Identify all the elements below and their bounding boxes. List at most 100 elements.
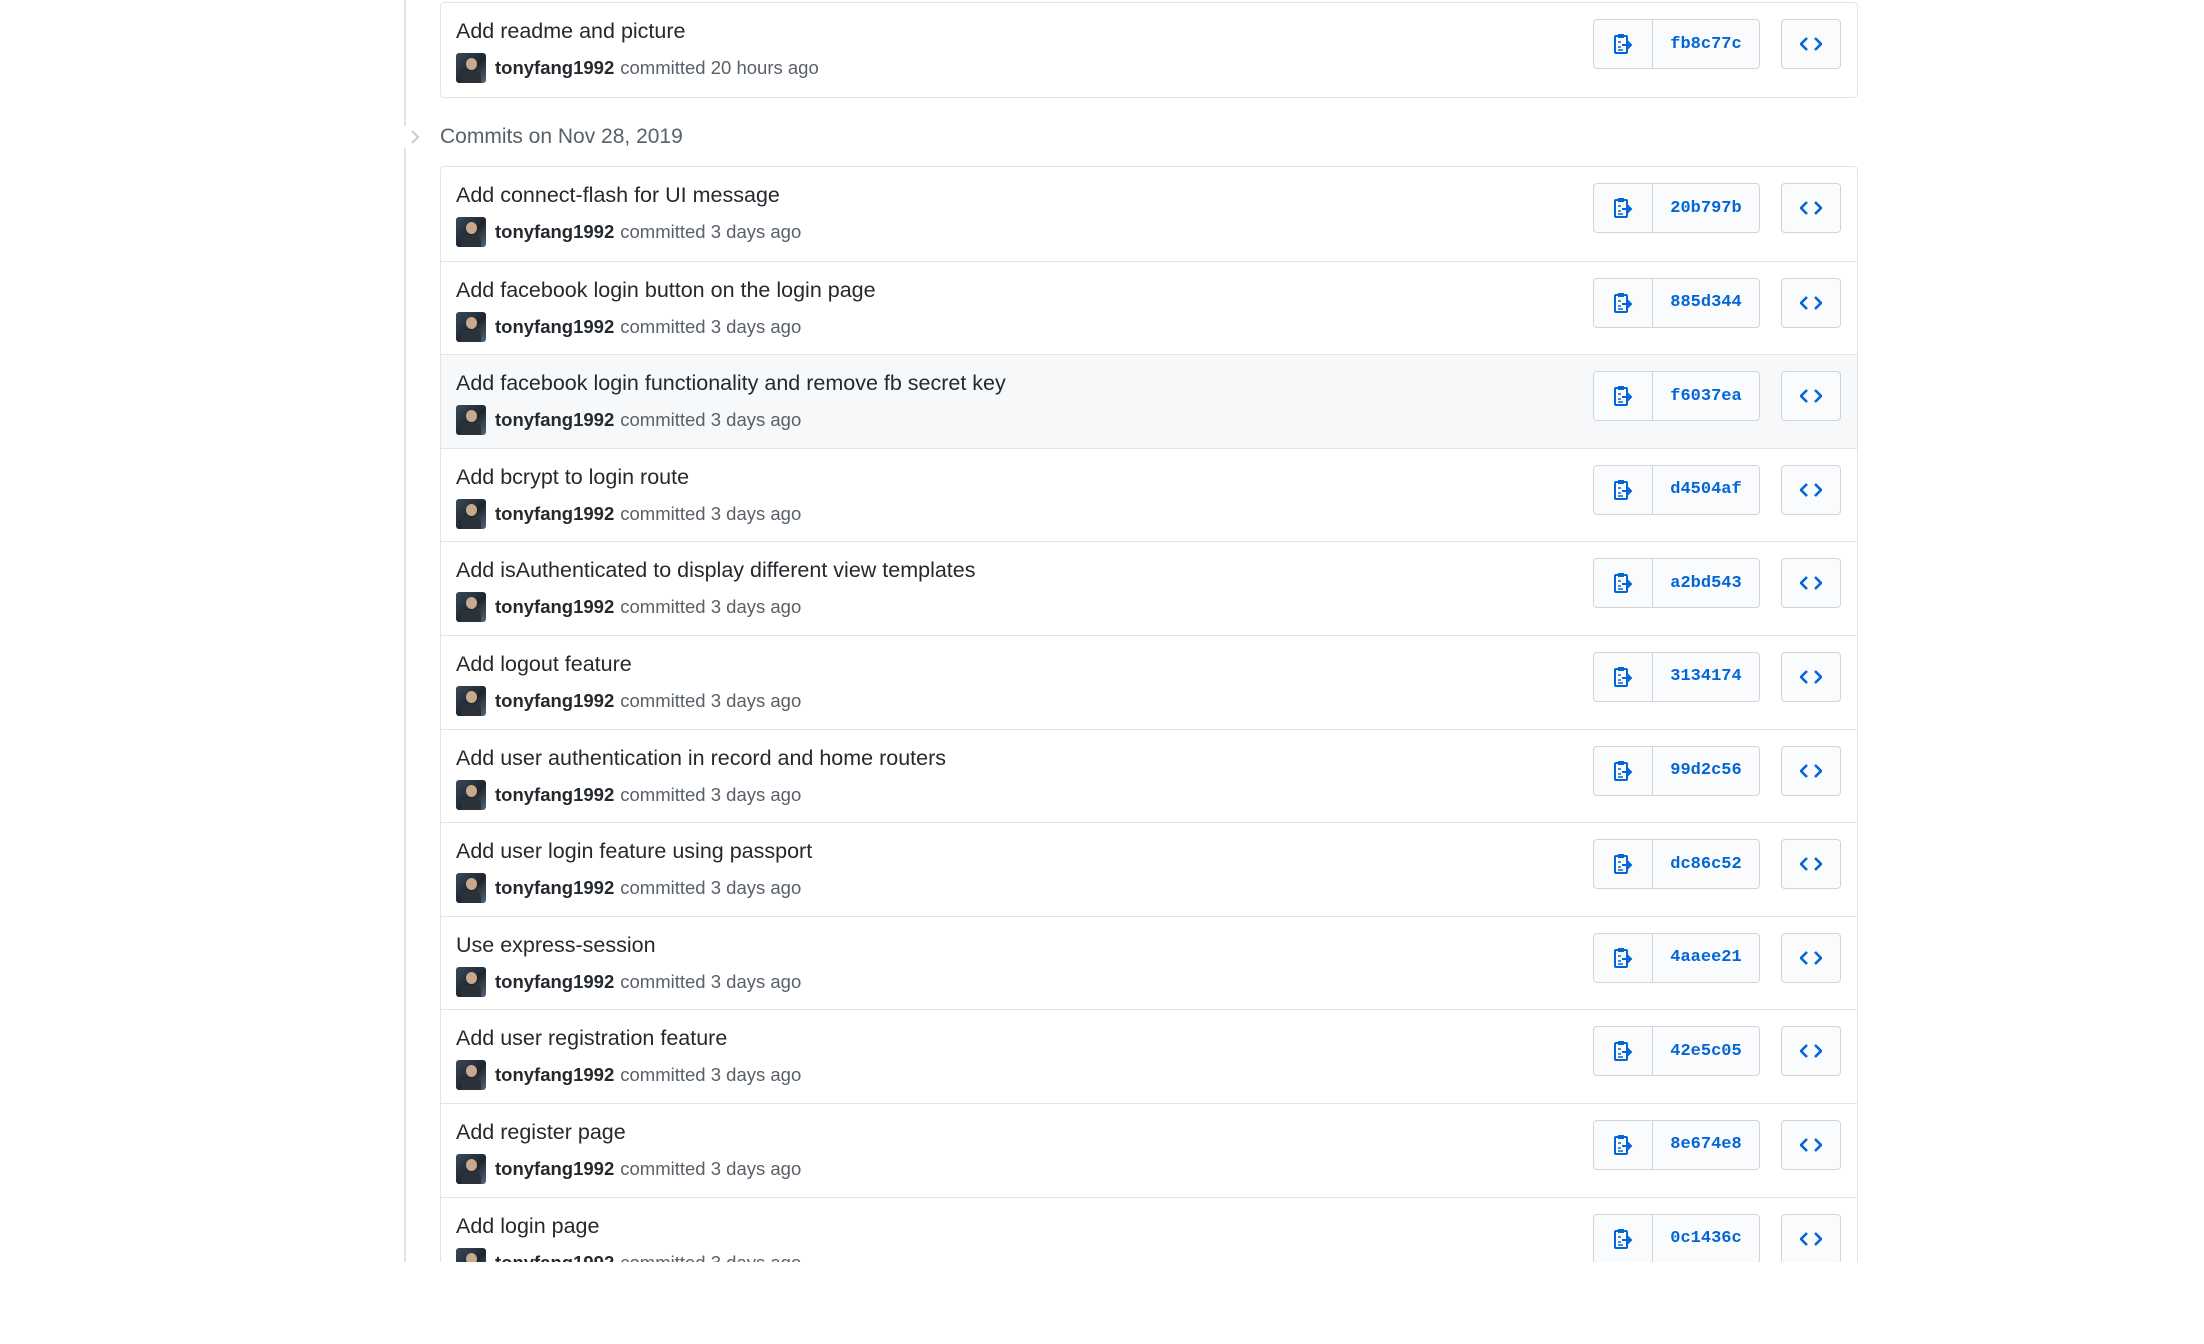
copy-sha-button[interactable] bbox=[1594, 652, 1653, 701]
code-icon bbox=[1800, 576, 1822, 591]
copy-sha-button[interactable] bbox=[1594, 746, 1653, 795]
commit-sha-link[interactable]: a2bd543 bbox=[1653, 559, 1759, 607]
browse-repo-button[interactable] bbox=[1781, 745, 1841, 796]
browse-repo-button[interactable] bbox=[1781, 839, 1841, 890]
copy-sha-button[interactable] bbox=[1594, 933, 1653, 982]
copy-sha-button[interactable] bbox=[1594, 372, 1653, 421]
avatar[interactable] bbox=[456, 592, 486, 623]
avatar[interactable] bbox=[456, 498, 486, 529]
avatar[interactable] bbox=[456, 1060, 486, 1091]
copy-sha-button[interactable] bbox=[1594, 1214, 1653, 1262]
commits-timeline: Add readme and picture tonyfang1992 comm… bbox=[0, 0, 2204, 1262]
commit-meta: tonyfang1992 committed 3 days ago bbox=[456, 592, 802, 623]
commit-author[interactable]: tonyfang1992 bbox=[495, 971, 614, 993]
commit-author[interactable]: tonyfang1992 bbox=[495, 596, 614, 618]
commit-title[interactable]: Add user authentication in record and ho… bbox=[456, 746, 946, 771]
copy-sha-button[interactable] bbox=[1594, 559, 1653, 608]
copy-sha-button[interactable] bbox=[1594, 184, 1653, 232]
code-icon bbox=[1800, 389, 1822, 404]
commit-verb: committed bbox=[620, 689, 706, 711]
commit-row: Add connect-flash for UI message tonyfan… bbox=[441, 167, 1857, 261]
commit-sha-link[interactable]: 885d344 bbox=[1653, 279, 1759, 327]
commit-title[interactable]: Add user login feature using passport bbox=[456, 839, 812, 864]
commit-time: 3 days ago bbox=[710, 596, 802, 618]
browse-repo-button[interactable] bbox=[1781, 277, 1841, 328]
browse-repo-button[interactable] bbox=[1781, 651, 1841, 702]
avatar[interactable] bbox=[456, 311, 486, 342]
copy-sha-button[interactable] bbox=[1594, 278, 1653, 327]
commit-author[interactable]: tonyfang1992 bbox=[495, 1252, 614, 1262]
commit-author[interactable]: tonyfang1992 bbox=[495, 690, 614, 712]
timeline-line bbox=[404, 0, 406, 1262]
commit-title[interactable]: Add readme and picture bbox=[456, 19, 685, 44]
commit-sha-link[interactable]: fb8c77c bbox=[1653, 20, 1759, 68]
commit-title[interactable]: Add register page bbox=[456, 1120, 626, 1145]
browse-repo-button[interactable] bbox=[1781, 558, 1841, 609]
avatar[interactable] bbox=[456, 966, 486, 997]
commit-author[interactable]: tonyfang1992 bbox=[495, 877, 614, 899]
commit-time: 3 days ago bbox=[711, 1252, 802, 1262]
avatar[interactable] bbox=[456, 685, 486, 716]
avatar[interactable] bbox=[456, 1247, 486, 1262]
copy-sha-button[interactable] bbox=[1594, 840, 1653, 889]
commit-author[interactable]: tonyfang1992 bbox=[495, 221, 614, 243]
browse-repo-button[interactable] bbox=[1781, 464, 1841, 515]
browse-repo-button[interactable] bbox=[1781, 1213, 1841, 1262]
commit-sha-link[interactable]: 4aaee21 bbox=[1653, 934, 1759, 982]
commit-author[interactable]: tonyfang1992 bbox=[495, 409, 614, 431]
commit-verb: committed bbox=[620, 221, 706, 242]
avatar[interactable] bbox=[456, 779, 486, 810]
commit-meta: tonyfang1992 committed 3 days ago bbox=[456, 1060, 801, 1091]
commit-list: Add connect-flash for UI message tonyfan… bbox=[440, 166, 1858, 1262]
commit-title[interactable]: Add logout feature bbox=[456, 652, 632, 677]
commit-sha-link[interactable]: 3134174 bbox=[1653, 653, 1759, 701]
sha-button-group: 20b797b bbox=[1593, 183, 1760, 233]
avatar[interactable] bbox=[456, 873, 486, 904]
commit-author[interactable]: tonyfang1992 bbox=[495, 316, 614, 338]
commit-title[interactable]: Add facebook login functionality and rem… bbox=[456, 371, 1006, 396]
commit-sha-link[interactable]: f6037ea bbox=[1653, 372, 1759, 420]
browse-repo-button[interactable] bbox=[1781, 183, 1841, 233]
commit-sha-link[interactable]: 42e5c05 bbox=[1653, 1027, 1759, 1075]
browse-repo-button[interactable] bbox=[1781, 1119, 1841, 1170]
commit-sha-link[interactable]: 20b797b bbox=[1653, 184, 1759, 232]
commit-author[interactable]: tonyfang1992 bbox=[495, 784, 614, 806]
browse-repo-button[interactable] bbox=[1781, 1026, 1841, 1077]
copy-sha-button[interactable] bbox=[1594, 1027, 1653, 1076]
browse-repo-button[interactable] bbox=[1781, 19, 1841, 69]
commit-author[interactable]: tonyfang1992 bbox=[495, 1064, 614, 1086]
sha-button-group: 885d344 bbox=[1593, 277, 1760, 328]
code-icon bbox=[1800, 1044, 1822, 1059]
chevron-right-icon bbox=[404, 126, 426, 148]
commit-verb: committed bbox=[620, 877, 706, 899]
commit-author[interactable]: tonyfang1992 bbox=[495, 1158, 614, 1180]
commit-title[interactable]: Add connect-flash for UI message bbox=[456, 183, 780, 208]
code-icon bbox=[1800, 857, 1822, 872]
commit-title[interactable]: Add user registration feature bbox=[456, 1026, 727, 1051]
commit-row: Add register page tonyfang1992 committed… bbox=[441, 1102, 1857, 1197]
commit-sha-link[interactable]: 8e674e8 bbox=[1653, 1121, 1759, 1169]
copy-sha-button[interactable] bbox=[1594, 1120, 1653, 1169]
commit-sha-link[interactable]: d4504af bbox=[1653, 466, 1759, 514]
commit-title[interactable]: Add isAuthenticated to display different… bbox=[456, 558, 976, 583]
avatar[interactable] bbox=[456, 1153, 486, 1184]
commit-sha-link[interactable]: 99d2c56 bbox=[1653, 747, 1759, 795]
commit-title[interactable]: Add bcrypt to login route bbox=[456, 465, 689, 490]
copy-sha-button[interactable] bbox=[1594, 20, 1653, 68]
commit-sha-link[interactable]: dc86c52 bbox=[1653, 840, 1759, 888]
avatar[interactable] bbox=[456, 217, 486, 247]
commit-author[interactable]: tonyfang1992 bbox=[495, 57, 614, 79]
commit-title[interactable]: Add login page bbox=[456, 1214, 599, 1239]
code-icon bbox=[1800, 1138, 1822, 1152]
browse-repo-button[interactable] bbox=[1781, 932, 1841, 983]
avatar[interactable] bbox=[456, 53, 486, 83]
commit-title[interactable]: Use express-session bbox=[456, 933, 656, 958]
avatar[interactable] bbox=[456, 405, 486, 436]
browse-repo-button[interactable] bbox=[1781, 371, 1841, 422]
copy-sha-button[interactable] bbox=[1594, 465, 1653, 514]
commit-sha-link[interactable]: 0c1436c bbox=[1653, 1215, 1759, 1262]
commit-time: 3 days ago bbox=[710, 689, 802, 711]
commit-row: Add facebook login button on the login p… bbox=[441, 260, 1857, 355]
commit-author[interactable]: tonyfang1992 bbox=[495, 503, 614, 525]
commit-title[interactable]: Add facebook login button on the login p… bbox=[456, 278, 876, 303]
